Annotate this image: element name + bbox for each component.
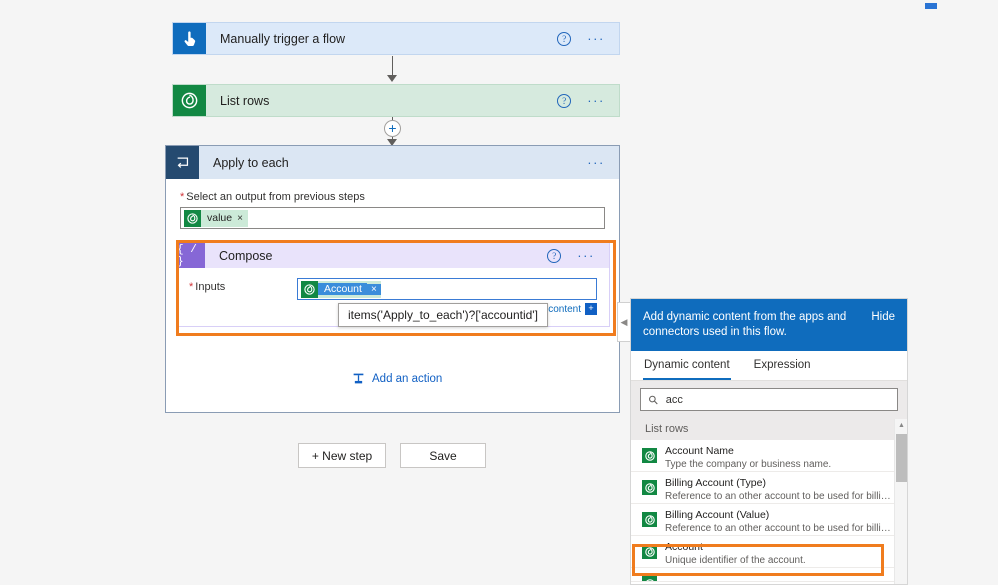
tap-finger-icon: [173, 23, 206, 54]
overflow-menu-icon[interactable]: ···: [587, 156, 605, 169]
list-item-account[interactable]: Account Unique identifier of the account…: [631, 536, 907, 568]
search-input[interactable]: ⚲ acc: [640, 388, 898, 411]
overflow-menu-icon[interactable]: ···: [587, 94, 605, 107]
flow-card-list-rows[interactable]: List rows ? ···: [172, 84, 620, 117]
list-item-text: [665, 573, 895, 581]
token-value[interactable]: value ×: [184, 209, 248, 227]
token-remove-icon[interactable]: ×: [366, 283, 381, 295]
dataverse-icon: [642, 448, 657, 463]
dataverse-icon: [642, 480, 657, 495]
required-asterisk: *: [189, 281, 194, 293]
search-input-value: acc: [665, 393, 683, 406]
list-item-title: Account Name: [665, 445, 734, 457]
add-an-action-button[interactable]: Add an action: [352, 372, 442, 385]
insert-step-button[interactable]: +: [384, 120, 401, 137]
list-item-partial[interactable]: [631, 568, 907, 582]
inputs-label-text: Inputs: [195, 281, 226, 293]
list-item[interactable]: Billing Account (Type) Reference to an o…: [631, 472, 907, 504]
tab-dynamic-content[interactable]: Dynamic content: [643, 351, 731, 380]
list-item-description: Unique identifier of the account.: [665, 555, 806, 566]
dynamic-content-header: Add dynamic content from the apps and co…: [631, 299, 907, 351]
list-item-description: Reference to an other account to be used…: [665, 491, 895, 502]
trigger-card-title: Manually trigger a flow: [220, 31, 346, 46]
search-icon: ⚲: [645, 391, 662, 408]
inputs-label: * Inputs: [189, 278, 297, 326]
help-icon[interactable]: ?: [557, 93, 572, 108]
dynamic-content-search-wrap: ⚲ acc: [631, 381, 907, 418]
list-item-title: Account: [665, 541, 703, 553]
dataverse-icon: [642, 512, 657, 527]
connector-line-1: [392, 56, 393, 76]
dynamic-content-list: Account Name Type the company or busines…: [631, 440, 907, 582]
compose-braces-icon: { / }: [177, 243, 205, 268]
select-output-label-text: Select an output from previous steps: [186, 191, 365, 203]
list-rows-card-actions: ? ···: [557, 85, 619, 116]
list-item-description: Type the company or business name.: [665, 459, 832, 470]
list-item-text: Account Unique identifier of the account…: [665, 541, 895, 567]
help-icon[interactable]: ?: [547, 248, 562, 263]
token-account-label: Account: [318, 283, 367, 295]
dataverse-icon: [173, 85, 206, 116]
top-blue-artifact: [925, 3, 937, 9]
add-an-action-label: Add an action: [372, 372, 443, 385]
apply-to-each-actions: ···: [587, 146, 619, 179]
trigger-card-actions: ? ···: [557, 23, 619, 54]
token-account[interactable]: Account ×: [301, 280, 381, 298]
dataverse-icon: [642, 544, 657, 559]
apply-to-each-header[interactable]: Apply to each ···: [166, 146, 619, 179]
dataverse-icon: [184, 209, 201, 227]
apply-to-each-body: * Select an output from previous steps va…: [166, 179, 619, 229]
compose-actions: ? ···: [547, 243, 609, 268]
select-output-input[interactable]: value ×: [180, 207, 605, 229]
token-value-label: value: [207, 212, 233, 224]
flow-designer-canvas: Manually trigger a flow ? ··· List rows …: [0, 0, 998, 585]
dynamic-content-group-label: List rows: [631, 418, 907, 440]
loop-icon: [166, 146, 199, 179]
required-asterisk: *: [180, 191, 185, 203]
select-output-label: * Select an output from previous steps: [180, 191, 605, 203]
tab-expression[interactable]: Expression: [753, 351, 812, 380]
help-icon[interactable]: ?: [557, 31, 572, 46]
list-item-title: Billing Account (Type): [665, 477, 766, 489]
save-button[interactable]: Save: [400, 443, 486, 468]
dynamic-content-tabs: Dynamic content Expression: [631, 351, 907, 381]
scroll-up-arrow-icon[interactable]: ▲: [895, 419, 907, 432]
overflow-menu-icon[interactable]: ···: [587, 32, 605, 45]
list-item-text: Account Name Type the company or busines…: [665, 445, 895, 471]
dataverse-icon: [642, 576, 657, 581]
scrollbar-thumb[interactable]: [896, 434, 907, 482]
compose-header[interactable]: { / } Compose ? ···: [176, 242, 610, 268]
expression-tooltip: items('Apply_to_each')?['accountid']: [338, 303, 548, 327]
list-item-title: [665, 573, 895, 581]
list-item[interactable]: Billing Account (Value) Reference to an …: [631, 504, 907, 536]
connector-arrow-1: [387, 75, 397, 82]
inputs-input[interactable]: Account ×: [297, 278, 597, 300]
panel-scrollbar[interactable]: ▲: [894, 419, 907, 584]
list-item-title: Billing Account (Value): [665, 509, 770, 521]
overflow-menu-icon[interactable]: ···: [577, 249, 595, 262]
flow-card-manually-trigger[interactable]: Manually trigger a flow ? ···: [172, 22, 620, 55]
list-item[interactable]: Account Name Type the company or busines…: [631, 440, 907, 472]
apply-to-each-title: Apply to each: [213, 155, 289, 170]
dataverse-icon: [301, 280, 318, 298]
dynamic-content-panel: Add dynamic content from the apps and co…: [630, 298, 908, 585]
plus-icon: +: [585, 303, 597, 315]
new-step-button[interactable]: + New step: [298, 443, 386, 468]
list-item-description: Reference to an other account to be used…: [665, 523, 895, 534]
list-rows-card-title: List rows: [220, 93, 270, 108]
hide-panel-link[interactable]: Hide: [871, 310, 895, 325]
list-item-text: Billing Account (Value) Reference to an …: [665, 509, 895, 535]
compose-title: Compose: [219, 248, 273, 263]
dynamic-content-header-text: Add dynamic content from the apps and co…: [643, 311, 847, 338]
add-action-icon: [353, 373, 364, 384]
list-item-text: Billing Account (Type) Reference to an o…: [665, 477, 895, 503]
panel-collapse-handle[interactable]: ◀: [617, 302, 630, 342]
token-remove-icon[interactable]: ×: [237, 213, 248, 224]
